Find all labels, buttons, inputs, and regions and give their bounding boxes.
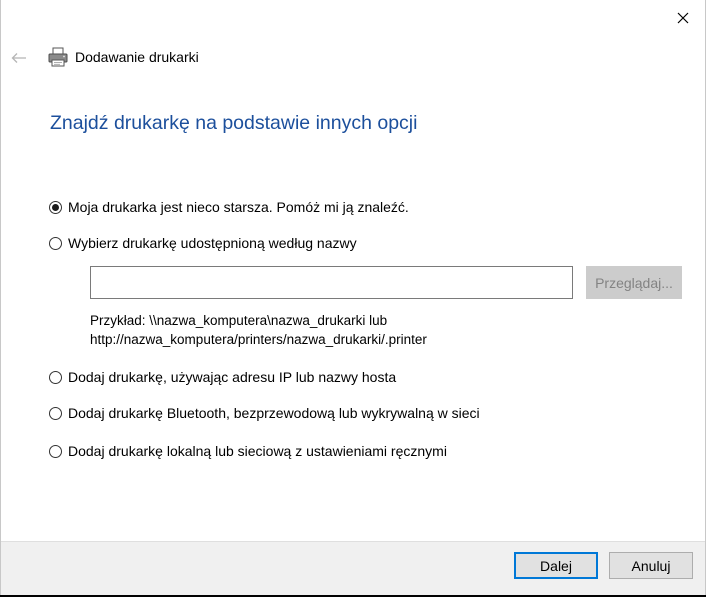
option-shared-by-name[interactable]: Wybierz drukarkę udostępnioną według naz… [49,235,357,251]
page-heading: Znajdź drukarkę na podstawie innych opcj… [50,112,418,134]
back-arrow-icon [11,53,26,63]
radio-button[interactable] [49,236,62,250]
option-older-printer[interactable]: Moja drukarka jest nieco starsza. Pomóż … [49,199,409,215]
cancel-button[interactable]: Anuluj [609,552,693,579]
window-title: Dodawanie drukarki [75,49,199,65]
option-label: Dodaj drukarkę, używając adresu IP lub n… [68,369,397,385]
option-label: Dodaj drukarkę Bluetooth, bezprzewodową … [68,405,480,421]
example-text: Przykład: \\nazwa_komputera\nazwa_drukar… [90,311,427,349]
close-button[interactable] [660,0,706,36]
option-local-manual[interactable]: Dodaj drukarkę lokalną lub sieciową z us… [49,443,447,459]
radio-button[interactable] [49,370,62,384]
option-bluetooth-wireless[interactable]: Dodaj drukarkę Bluetooth, bezprzewodową … [49,405,480,421]
browse-button[interactable]: Przeglądaj... [586,266,682,299]
close-icon [677,12,689,24]
example-line-1: Przykład: \\nazwa_komputera\nazwa_drukar… [90,313,388,328]
radio-button[interactable] [49,406,62,420]
window-border-left [0,0,1,597]
shared-printer-name-input[interactable] [90,266,573,299]
radio-button[interactable] [49,444,62,458]
back-button[interactable] [4,44,34,72]
option-ip-hostname[interactable]: Dodaj drukarkę, używając adresu IP lub n… [49,369,396,385]
dialog-footer [1,541,705,597]
example-line-2: http://nazwa_komputera/printers/nazwa_dr… [90,332,427,347]
option-label: Dodaj drukarkę lokalną lub sieciową z us… [68,443,447,459]
next-button[interactable]: Dalej [514,552,598,579]
option-label: Wybierz drukarkę udostępnioną według naz… [68,235,357,251]
radio-button-selected[interactable] [49,200,62,214]
option-label: Moja drukarka jest nieco starsza. Pomóż … [68,199,409,215]
printer-icon [47,46,69,68]
